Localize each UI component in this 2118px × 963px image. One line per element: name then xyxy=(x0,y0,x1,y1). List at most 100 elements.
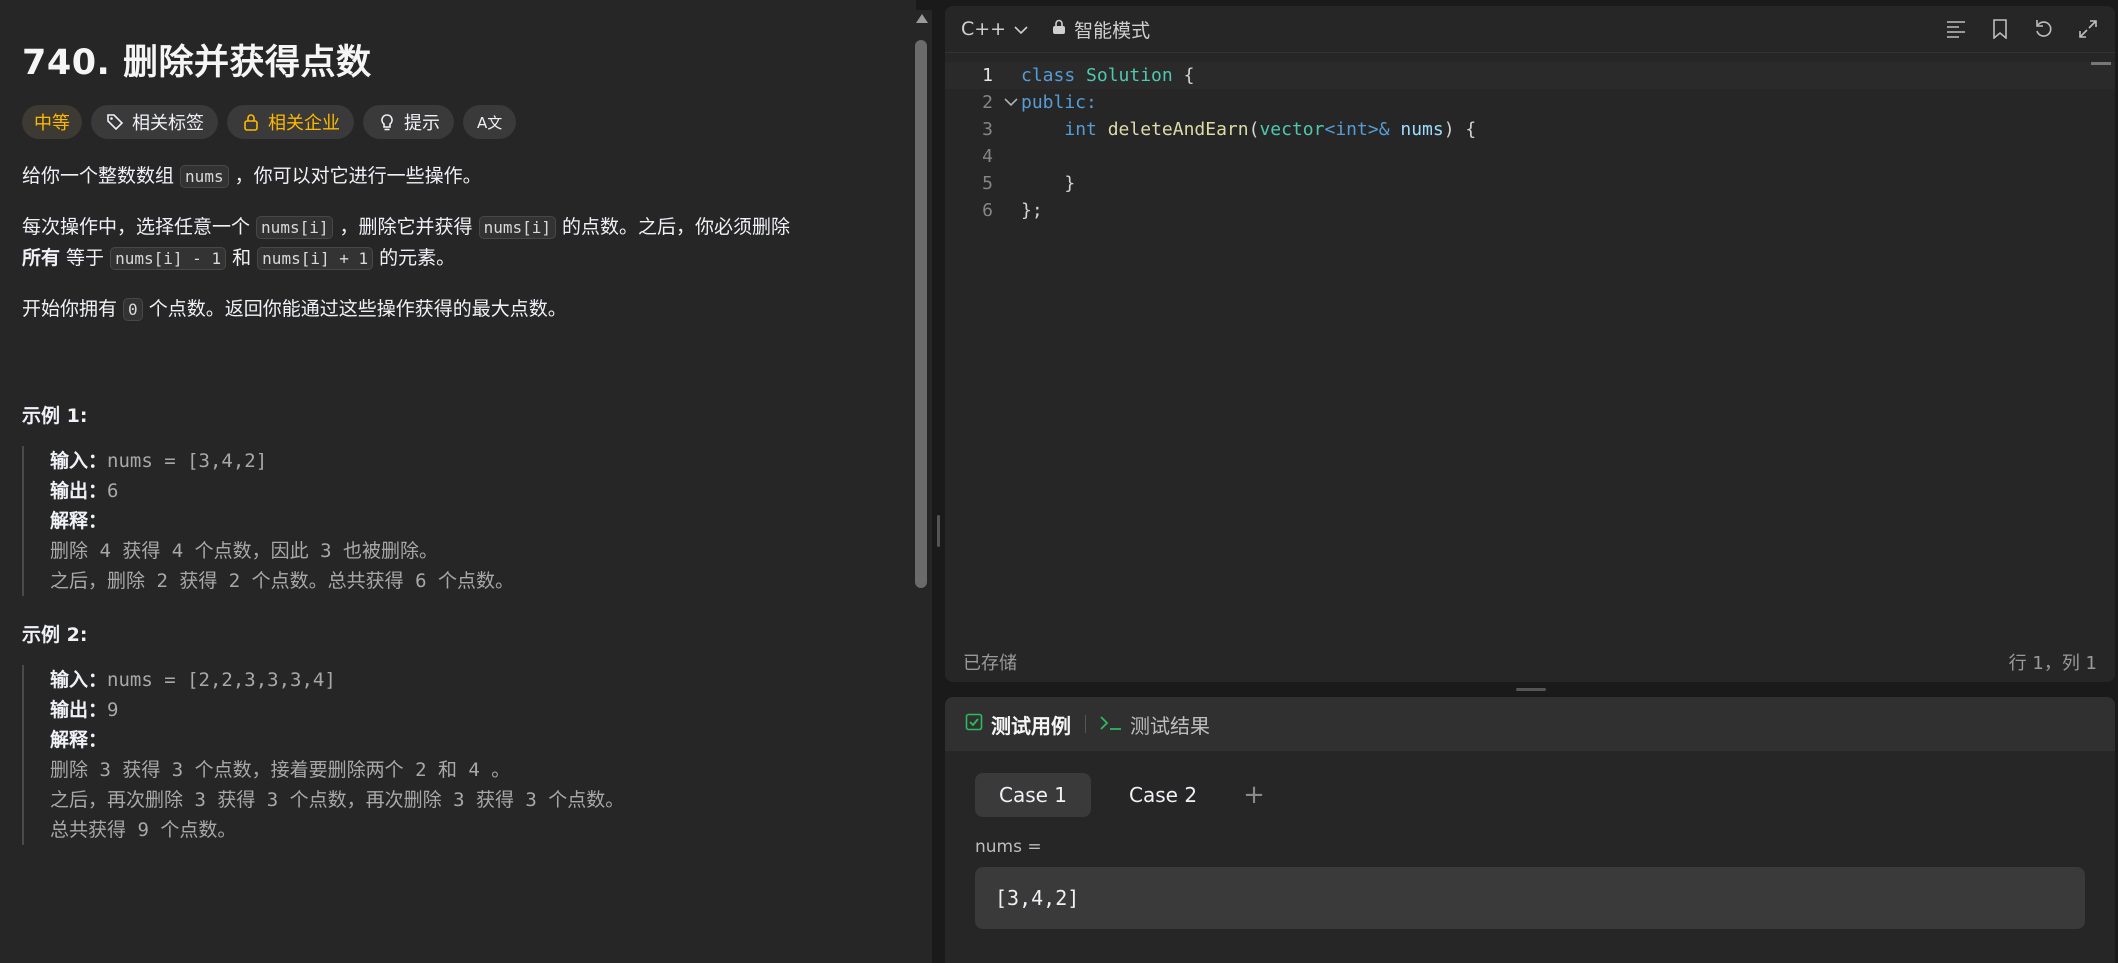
desc-text: 的点数。之后，你必须删除 xyxy=(556,216,791,238)
hint-label: 提示 xyxy=(404,113,440,134)
code-token: & xyxy=(1378,119,1390,140)
code-token: class xyxy=(1021,65,1076,86)
explanation-line: 删除 3 获得 3 个点数，接着要删除两个 2 和 4 。 xyxy=(50,759,511,781)
code-line[interactable]: 6 }; xyxy=(945,197,2115,224)
line-number: 2 xyxy=(982,92,993,113)
example-2-title: 示例 2: xyxy=(22,624,88,646)
input-label: 输入： xyxy=(50,669,108,691)
format-icon[interactable] xyxy=(1945,18,1967,40)
reset-icon[interactable] xyxy=(2033,18,2055,40)
line-number: 6 xyxy=(982,200,993,221)
desc-text: 个点数。返回你能通过这些操作获得的最大点数。 xyxy=(142,298,567,320)
test-panel: 测试用例 测试结果 Case 1 Case 2 + nums = [3,4,2] xyxy=(945,697,2115,963)
inline-code: nums[i] - 1 xyxy=(110,247,227,270)
desc-text: ，删除它并获得 xyxy=(333,216,479,238)
code-token: }; xyxy=(1021,200,1043,221)
lock-icon xyxy=(241,112,261,132)
terminal-icon xyxy=(1100,712,1122,736)
problem-panel: 740. 删除并获得点数 中等 相关标签 相关企业 提示 A文 给你一个整数数组… xyxy=(0,0,916,963)
code-token: int xyxy=(1335,119,1368,140)
code-token: Solution xyxy=(1086,65,1173,86)
fold-chevron-icon[interactable] xyxy=(1001,95,1021,111)
code-token: vector xyxy=(1259,119,1325,140)
problem-title: 740. 删除并获得点数 xyxy=(22,43,372,83)
editor-toolbar: C++ 智能模式 xyxy=(945,6,2115,53)
example-input: nums = [3,4,2] xyxy=(107,450,268,472)
example-1-title: 示例 1: xyxy=(22,405,88,427)
desc-text: ，你可以对它进行一些操作。 xyxy=(228,165,482,187)
tab-testcases-label: 测试用例 xyxy=(991,713,1071,738)
chevron-down-icon xyxy=(1014,18,1028,40)
lock-icon xyxy=(1052,18,1066,40)
desc-bold: 所有 xyxy=(22,247,61,269)
smart-mode-toggle[interactable]: 智能模式 xyxy=(1052,16,1150,43)
code-token: < xyxy=(1324,119,1336,140)
difficulty-badge[interactable]: 中等 xyxy=(22,105,82,139)
example-output: 9 xyxy=(107,699,119,721)
explanation-line: 之后，删除 2 获得 2 个点数。总共获得 6 个点数。 xyxy=(50,570,514,592)
related-companies-label: 相关企业 xyxy=(268,113,340,134)
desc-text: 等于 xyxy=(60,247,111,269)
add-case-button[interactable]: + xyxy=(1243,780,1265,810)
code-line[interactable]: 5 } xyxy=(945,170,2115,197)
code-area[interactable]: 1 class Solution { 2 public: 3 int delet… xyxy=(945,62,2115,224)
explain-label: 解释： xyxy=(50,510,108,532)
param-label: nums = xyxy=(975,837,1042,857)
code-token: ) { xyxy=(1443,119,1477,140)
explain-label: 解释： xyxy=(50,729,108,751)
explanation-line: 删除 4 获得 4 个点数，因此 3 也被删除。 xyxy=(50,540,438,562)
bookmark-icon[interactable] xyxy=(1989,18,2011,40)
code-line[interactable]: 4 xyxy=(945,143,2115,170)
code-token: deleteAndEarn xyxy=(1107,119,1249,140)
tab-testresults-label: 测试结果 xyxy=(1130,713,1210,738)
case-tab-2[interactable]: Case 2 xyxy=(1105,773,1221,817)
code-line[interactable]: 3 int deleteAndEarn(vector<int>& nums) { xyxy=(945,116,2115,143)
tab-testresults[interactable]: 测试结果 xyxy=(1100,710,1210,739)
code-token: { xyxy=(1172,65,1195,86)
fullscreen-icon[interactable] xyxy=(2077,18,2099,40)
left-scrollbar-track[interactable] xyxy=(912,10,932,963)
code-token: > xyxy=(1367,119,1379,140)
related-tags-label: 相关标签 xyxy=(132,113,204,134)
translate-icon: A文 xyxy=(477,113,503,132)
related-tags-button[interactable]: 相关标签 xyxy=(91,105,218,139)
divider-grip[interactable] xyxy=(937,515,940,547)
test-panel-tabs: 测试用例 测试结果 xyxy=(945,697,2115,751)
description-paragraph-3: 开始你拥有 0 个点数。返回你能通过这些操作获得的最大点数。 xyxy=(22,294,894,325)
mode-label: 智能模式 xyxy=(1074,19,1151,42)
example-output: 6 xyxy=(107,480,119,502)
code-token: } xyxy=(1021,173,1076,194)
line-number: 1 xyxy=(982,65,993,86)
translate-button[interactable]: A文 xyxy=(463,105,517,139)
case-tab-1[interactable]: Case 1 xyxy=(975,773,1092,817)
lightbulb-icon xyxy=(377,112,397,132)
hint-button[interactable]: 提示 xyxy=(363,105,454,139)
related-companies-button[interactable]: 相关企业 xyxy=(227,105,354,139)
desc-text: 开始你拥有 xyxy=(22,298,124,320)
scroll-up-arrow[interactable] xyxy=(916,14,928,23)
code-line[interactable]: 1 class Solution { xyxy=(945,62,2115,89)
editor-status-bar: 已存储 行 1，列 1 xyxy=(945,642,2115,682)
save-status: 已存储 xyxy=(963,653,1017,674)
horizontal-split-handle[interactable] xyxy=(1516,688,1546,691)
code-line[interactable]: 2 public: xyxy=(945,89,2115,116)
desc-text: 的元素。 xyxy=(373,247,456,269)
inline-code: nums[i] xyxy=(478,216,557,239)
code-token: int xyxy=(1064,119,1097,140)
param-input[interactable]: [3,4,2] xyxy=(975,867,2085,929)
case-tabs: Case 1 Case 2 + xyxy=(945,751,2115,817)
code-editor-panel: C++ 智能模式 1 class Solution {2 public: 3 … xyxy=(945,6,2115,682)
minimap-marker[interactable] xyxy=(2091,62,2111,65)
example-2-block: 输入：nums = [2,2,3,3,3,4] 输出：9 解释： 删除 3 获得… xyxy=(22,665,894,845)
tab-testcases[interactable]: 测试用例 xyxy=(965,710,1071,739)
description-paragraph-1: 给你一个整数数组 nums ，你可以对它进行一些操作。 xyxy=(22,161,894,192)
panel-divider[interactable] xyxy=(934,0,944,963)
input-label: 输入： xyxy=(50,450,108,472)
line-number: 3 xyxy=(982,119,993,140)
line-number: 4 xyxy=(982,146,993,167)
checkbox-icon xyxy=(965,712,983,736)
language-select[interactable]: C++ xyxy=(961,18,1028,40)
scrollbar-thumb[interactable] xyxy=(915,40,927,588)
output-label: 输出： xyxy=(50,699,108,721)
line-number: 5 xyxy=(982,173,993,194)
